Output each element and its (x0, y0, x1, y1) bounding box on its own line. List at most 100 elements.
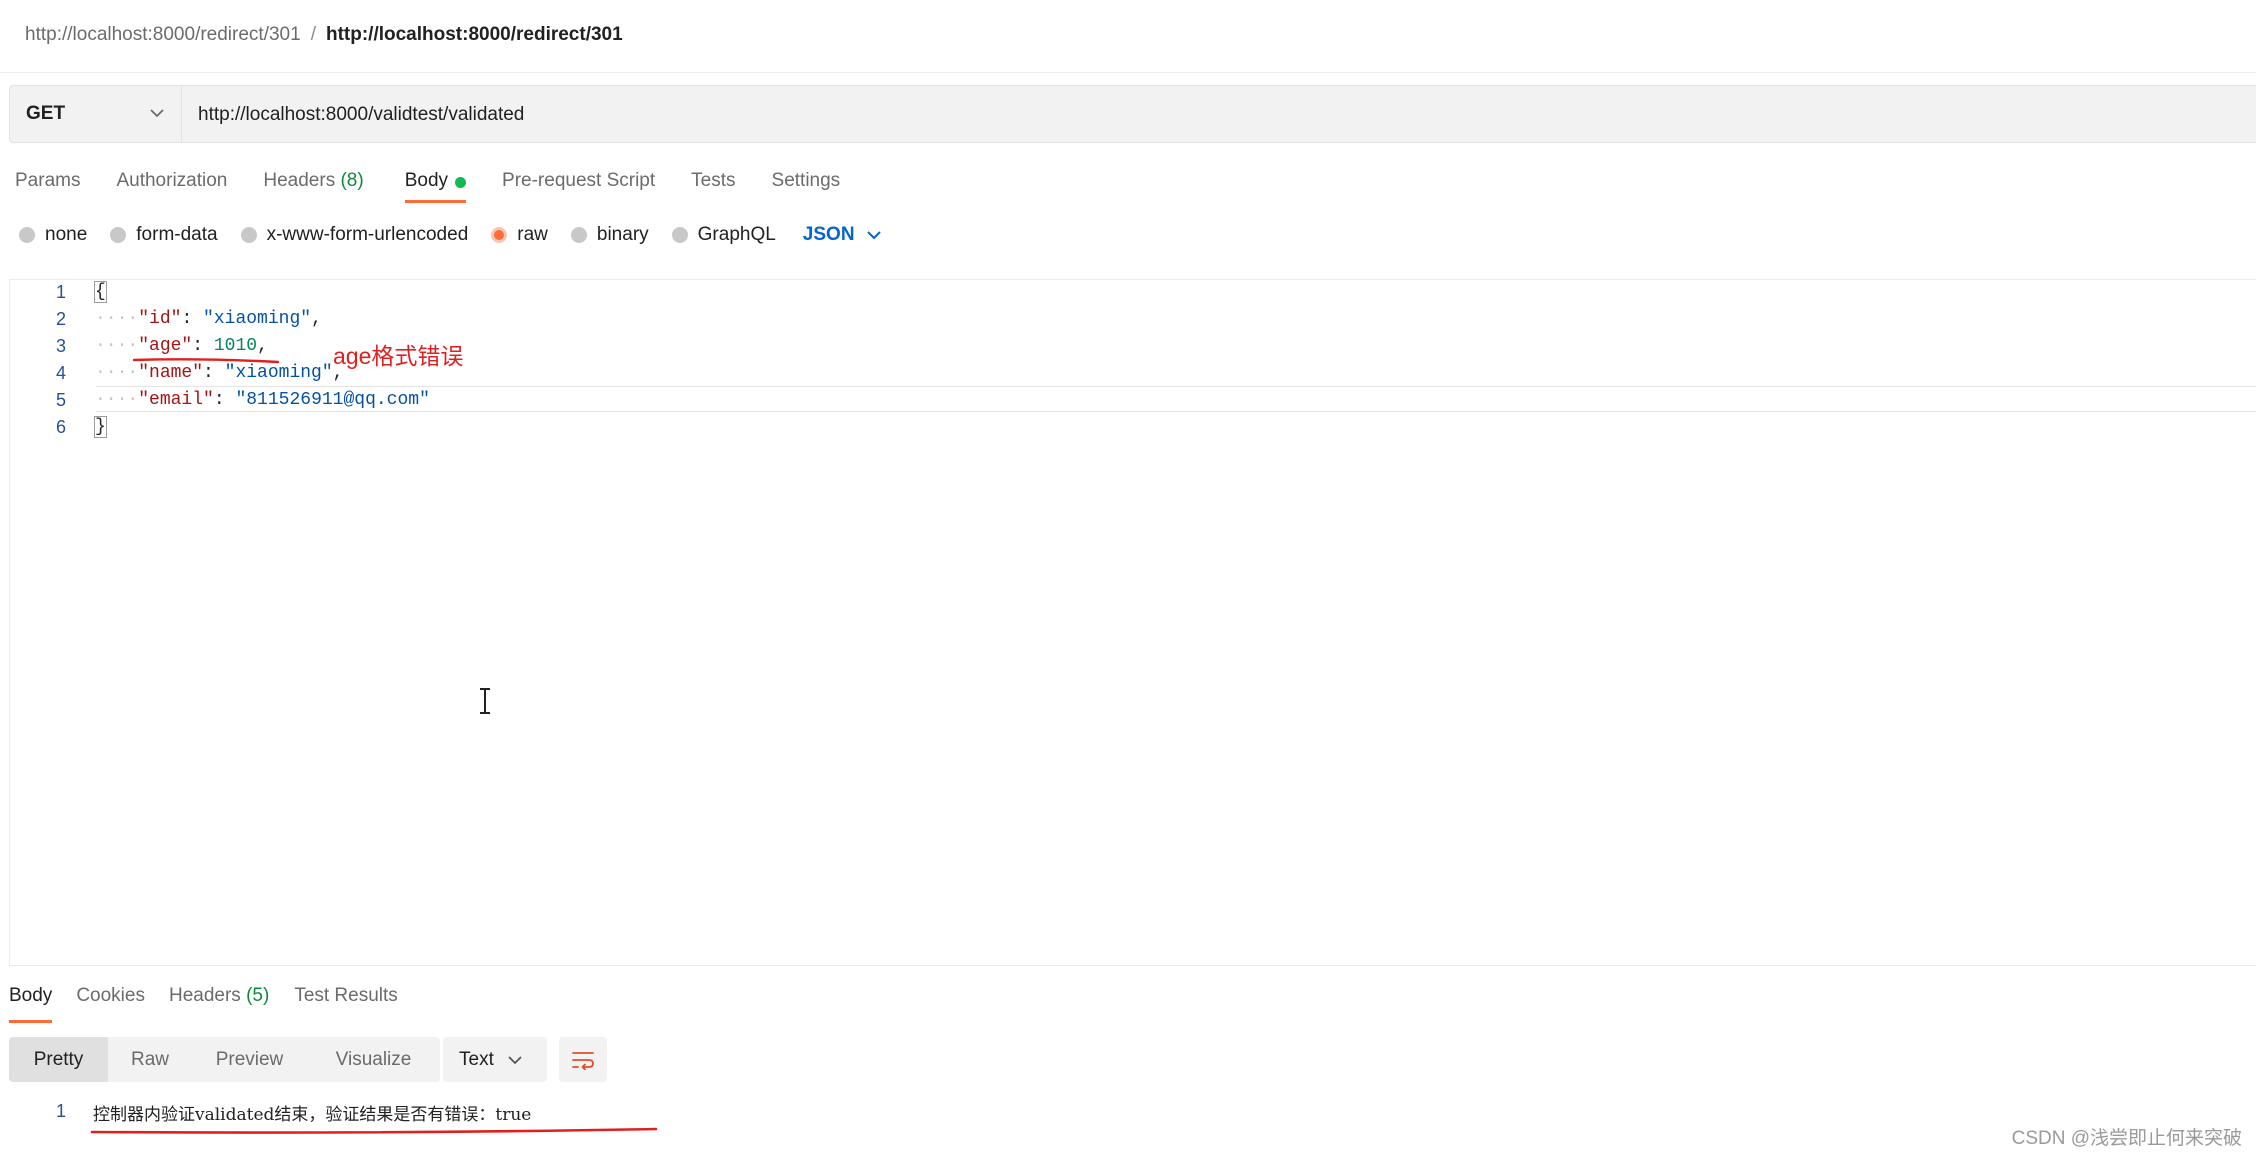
response-tab-body[interactable]: Body (9, 985, 53, 1025)
tab-settings[interactable]: Settings (772, 160, 841, 212)
radio-icon (240, 227, 257, 243)
json-string-value: "xiaoming" (203, 309, 312, 329)
view-mode-group: Pretty Raw Preview Visualize (9, 1037, 440, 1082)
json-string-value: "811526911@qq.com" (235, 390, 430, 410)
breadcrumb-parent-link[interactable]: http://localhost:8000/redirect/301 (25, 24, 301, 46)
line-number: 6 (55, 417, 66, 437)
tab-body[interactable]: Body (404, 160, 467, 212)
tab-label: Headers (168, 985, 241, 1006)
tab-params[interactable]: Params (15, 160, 80, 212)
annotation-underline (132, 358, 280, 364)
tab-headers[interactable]: Headers (8) (263, 160, 363, 212)
response-body-text: 控制器内验证validated结束，验证结果是否有错误：true (93, 1105, 532, 1125)
tab-authorization[interactable]: Authorization (116, 160, 227, 212)
code-line-1: { (94, 281, 107, 303)
view-mode-pretty[interactable]: Pretty (9, 1037, 108, 1082)
request-bar: GET (9, 85, 2256, 144)
tab-label: Pre-request Script (502, 170, 656, 191)
request-tabs: Params Authorization Headers (8) Body Pr… (15, 160, 840, 212)
option-label: none (45, 224, 88, 245)
line-number: 5 (55, 390, 66, 410)
chevron-down-icon (508, 1055, 522, 1064)
chevron-down-icon (866, 231, 881, 240)
view-mode-preview[interactable]: Preview (192, 1037, 307, 1082)
radio-icon (19, 227, 35, 243)
response-tab-headers[interactable]: Headers (5) (169, 985, 269, 1025)
header-divider (0, 72, 2256, 73)
option-label: raw (517, 224, 548, 245)
annotation-note: age格式错误 (333, 343, 464, 369)
response-tab-cookies[interactable]: Cookies (76, 985, 145, 1025)
json-key: "age" (138, 336, 193, 356)
mode-label: Visualize (335, 1048, 412, 1070)
json-key: "id" (138, 309, 182, 329)
body-indicator-dot (455, 177, 467, 188)
line-number: 1 (55, 282, 66, 302)
tab-label: Body (404, 170, 449, 191)
response-tab-test-results[interactable]: Test Results (294, 985, 397, 1025)
json-string-value: "xiaoming" (224, 363, 333, 383)
indent-guide: ···· (95, 390, 139, 410)
tab-label: Tests (691, 170, 736, 191)
format-label: Text (459, 1048, 494, 1070)
json-comma: , (311, 309, 322, 329)
wrap-lines-button[interactable] (559, 1037, 607, 1082)
body-type-graphql[interactable]: GraphQL (671, 224, 776, 246)
option-label: GraphQL (697, 224, 776, 245)
radio-icon (110, 227, 127, 243)
view-mode-visualize[interactable]: Visualize (307, 1037, 440, 1082)
view-mode-raw[interactable]: Raw (108, 1037, 192, 1082)
body-type-urlencoded[interactable]: x-www-form-urlencoded (240, 224, 469, 246)
line-number: 3 (55, 336, 66, 356)
json-colon: : (203, 363, 225, 383)
json-colon: : (181, 309, 204, 329)
body-type-binary[interactable]: binary (570, 224, 649, 246)
option-label: binary (596, 224, 649, 245)
method-select[interactable]: GET (10, 86, 182, 142)
indent-guide: ···· (95, 363, 139, 383)
body-type-none[interactable]: none (19, 224, 87, 246)
headers-count: (8) (340, 170, 364, 191)
close-brace: } (94, 416, 107, 438)
radio-icon (570, 227, 587, 243)
tab-pre-request-script[interactable]: Pre-request Script (502, 160, 655, 212)
line-number: 4 (55, 363, 66, 383)
breadcrumb-separator: / (310, 24, 316, 45)
radio-icon (671, 227, 688, 243)
code-line-5: ····"email": "811526911@qq.com" (95, 390, 430, 410)
tab-label: Test Results (294, 985, 398, 1006)
url-input[interactable] (182, 86, 2256, 144)
open-brace: { (94, 281, 107, 303)
json-key: "name" (138, 363, 204, 383)
body-format-dropdown[interactable]: JSON (803, 224, 881, 246)
code-line-6: } (94, 416, 107, 438)
option-label: x-www-form-urlencoded (266, 224, 469, 245)
request-name[interactable]: http://localhost:8000/redirect/301 (326, 24, 623, 46)
json-comma: , (257, 336, 268, 356)
wrap-lines-icon (572, 1051, 594, 1070)
mode-label: Raw (130, 1048, 169, 1070)
response-format-dropdown[interactable]: Text (443, 1037, 547, 1082)
code-line-4: ····"name": "xiaoming", (95, 363, 343, 383)
tab-label: Authorization (116, 170, 228, 191)
body-type-options: none form-data x-www-form-urlencoded raw… (19, 220, 881, 250)
json-number-value: 1010 (213, 336, 258, 356)
tab-label: Cookies (76, 985, 145, 1006)
body-type-raw[interactable]: raw (491, 224, 548, 246)
json-colon: : (213, 390, 236, 410)
body-format-label: JSON (802, 224, 855, 245)
tab-label: Params (15, 170, 81, 191)
json-key: "email" (138, 390, 214, 410)
mode-label: Pretty (33, 1048, 84, 1070)
body-type-form-data[interactable]: form-data (110, 224, 218, 246)
watermark: CSDN @浅尝即止何来突破 (2011, 1128, 2242, 1149)
headers-count: (5) (246, 985, 270, 1006)
method-label: GET (26, 103, 66, 124)
radio-checked-icon (491, 227, 508, 243)
code-line-2: ····"id": "xiaoming", (95, 309, 322, 329)
indent-guide: ···· (95, 309, 139, 329)
json-colon: : (192, 336, 214, 356)
line-number: 2 (55, 309, 66, 329)
tab-tests[interactable]: Tests (691, 160, 735, 212)
code-editor[interactable] (9, 279, 2256, 966)
